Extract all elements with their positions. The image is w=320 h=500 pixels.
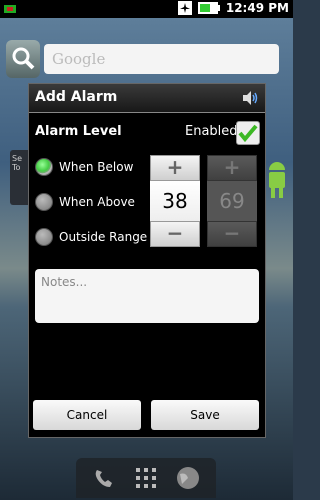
speaker-icon bbox=[243, 91, 258, 105]
high-decrement-button[interactable]: − bbox=[207, 221, 257, 247]
dialog-title-bar: Add Alarm bbox=[29, 84, 265, 113]
status-bar: 12:49 PM bbox=[0, 0, 293, 18]
checkmark-icon bbox=[238, 124, 258, 143]
enabled-checkbox[interactable] bbox=[236, 121, 260, 145]
low-decrement-button[interactable]: − bbox=[150, 221, 200, 247]
usb-debug-icon bbox=[4, 5, 16, 13]
high-increment-button[interactable]: + bbox=[207, 155, 257, 181]
app-drawer-icon[interactable] bbox=[132, 464, 160, 492]
low-increment-button[interactable]: + bbox=[150, 155, 200, 181]
enabled-label: Enabled bbox=[185, 124, 238, 139]
dialog-title: Add Alarm bbox=[35, 89, 118, 105]
radio-label: Outside Range bbox=[59, 230, 148, 244]
radio-selected-icon bbox=[35, 158, 53, 176]
radio-label: When Below bbox=[59, 160, 134, 174]
add-alarm-dialog: Add Alarm Alarm Level Enabled When Below… bbox=[28, 83, 266, 438]
radio-unselected-icon bbox=[35, 228, 53, 246]
battery-icon bbox=[197, 2, 220, 14]
phone-icon[interactable] bbox=[90, 464, 118, 492]
android-icon bbox=[269, 162, 285, 198]
home-dock bbox=[76, 458, 216, 498]
alarm-level-label: Alarm Level bbox=[35, 124, 122, 139]
low-value-stepper: + 38 − bbox=[150, 155, 200, 247]
search-icon bbox=[12, 47, 35, 70]
save-button[interactable]: Save bbox=[151, 400, 259, 430]
low-value-field[interactable]: 38 bbox=[150, 181, 200, 221]
search-input[interactable]: Google bbox=[44, 44, 279, 74]
radio-outside-range[interactable]: Outside Range bbox=[35, 226, 147, 248]
google-search-widget[interactable]: Google bbox=[6, 40, 281, 80]
high-value-field[interactable]: 69 bbox=[207, 181, 257, 221]
radio-when-below[interactable]: When Below bbox=[35, 156, 133, 178]
search-button[interactable] bbox=[6, 40, 40, 78]
radio-unselected-icon bbox=[35, 193, 53, 211]
high-value-stepper: + 69 − bbox=[207, 155, 257, 247]
radio-label: When Above bbox=[59, 195, 135, 209]
cancel-button[interactable]: Cancel bbox=[33, 400, 141, 430]
airplane-icon bbox=[177, 1, 192, 15]
radio-when-above[interactable]: When Above bbox=[35, 191, 135, 213]
clock-time: 12:49 PM bbox=[225, 1, 289, 15]
notes-input[interactable]: Notes... bbox=[35, 269, 259, 323]
browser-globe-icon[interactable] bbox=[174, 464, 202, 492]
